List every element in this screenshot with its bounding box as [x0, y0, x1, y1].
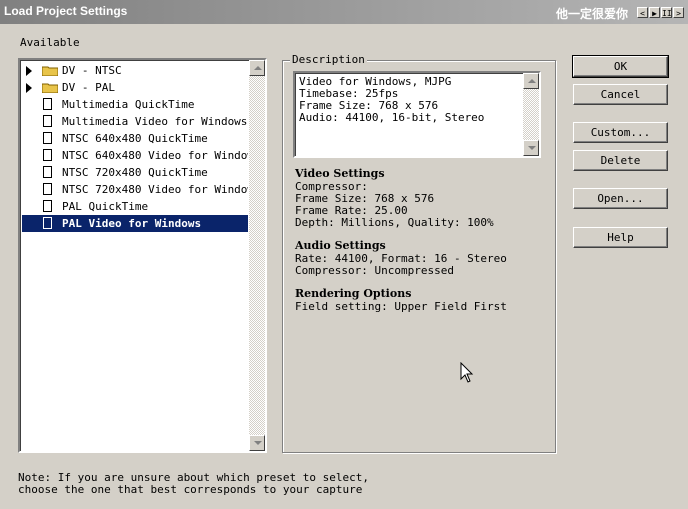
window-title: Load Project Settings — [4, 4, 128, 18]
document-icon — [43, 132, 52, 144]
audio-settings-title: Audio Settings — [295, 239, 386, 252]
description-scrollbar[interactable] — [523, 73, 539, 156]
list-item-ntsc-720-vfw[interactable]: NTSC 720x480 Video for Windows — [22, 181, 248, 198]
document-icon — [43, 166, 52, 178]
description-line: Audio: 44100, 16-bit, Stereo — [299, 111, 485, 124]
expand-arrow-icon[interactable] — [26, 66, 32, 76]
title-bar-media-controls: < ▶ II > — [637, 7, 684, 18]
description-legend: Description — [290, 53, 367, 66]
custom-button[interactable]: Custom... — [573, 122, 668, 143]
scroll-up-button[interactable] — [249, 60, 265, 76]
list-item-dv-pal[interactable]: DV - PAL — [22, 79, 248, 96]
folder-icon — [42, 66, 58, 76]
list-scrollbar[interactable] — [249, 60, 265, 451]
list-item-multimedia-quicktime[interactable]: Multimedia QuickTime — [22, 96, 248, 113]
description-textbox[interactable]: Video for Windows, MJPG Timebase: 25fps … — [293, 71, 541, 158]
expand-arrow-icon[interactable] — [26, 83, 32, 93]
list-item-pal-quicktime[interactable]: PAL QuickTime — [22, 198, 248, 215]
arrow-down-icon — [528, 146, 536, 150]
delete-button[interactable]: Delete — [573, 150, 668, 171]
list-item-ntsc-720-quicktime[interactable]: NTSC 720x480 QuickTime — [22, 164, 248, 181]
title-bar-song-text: 他一定很爱你 — [556, 7, 629, 21]
document-icon — [43, 200, 52, 212]
video-settings-line: Depth: Millions, Quality: 100% — [295, 216, 494, 229]
document-icon — [43, 115, 52, 127]
document-icon — [43, 98, 52, 110]
folder-icon — [42, 83, 58, 93]
scroll-down-button[interactable] — [249, 435, 265, 451]
note-line: choose the one that best corresponds to … — [18, 483, 363, 496]
list-item-pal-vfw[interactable]: PAL Video for Windows — [22, 215, 248, 232]
title-bar[interactable]: Load Project Settings 他一定很爱你 < ▶ II > — [0, 0, 688, 24]
document-icon — [43, 217, 52, 229]
help-button[interactable]: Help — [573, 227, 668, 248]
list-item-multimedia-vfw[interactable]: Multimedia Video for Windows — [22, 113, 248, 130]
open-button[interactable]: Open... — [573, 188, 668, 209]
scroll-down-button[interactable] — [523, 140, 539, 156]
ok-button[interactable]: OK — [572, 55, 669, 78]
list-item-dv-ntsc[interactable]: DV - NTSC — [22, 62, 248, 79]
arrow-up-icon — [528, 79, 536, 83]
audio-settings-line: Compressor: Uncompressed — [295, 264, 454, 277]
available-list[interactable]: DV - NTSC DV - PAL Multimedia QuickTime … — [18, 58, 267, 453]
rendering-options-line: Field setting: Upper Field First — [295, 300, 507, 313]
document-icon — [43, 149, 52, 161]
cancel-button[interactable]: Cancel — [573, 84, 668, 105]
next-icon[interactable]: > — [673, 7, 684, 18]
list-item-ntsc-640-quicktime[interactable]: NTSC 640x480 QuickTime — [22, 130, 248, 147]
video-settings-title: Video Settings — [295, 167, 385, 180]
arrow-down-icon — [254, 441, 262, 445]
list-item-ntsc-640-vfw[interactable]: NTSC 640x480 Video for Windows — [22, 147, 248, 164]
scroll-up-button[interactable] — [523, 73, 539, 89]
available-label: Available — [20, 36, 80, 49]
document-icon — [43, 183, 52, 195]
rendering-options-title: Rendering Options — [295, 287, 412, 300]
play-icon[interactable]: ▶ — [649, 7, 660, 18]
pause-icon[interactable]: II — [661, 7, 672, 18]
mouse-pointer-icon — [460, 362, 474, 383]
arrow-up-icon — [254, 66, 262, 70]
previous-icon[interactable]: < — [637, 7, 648, 18]
